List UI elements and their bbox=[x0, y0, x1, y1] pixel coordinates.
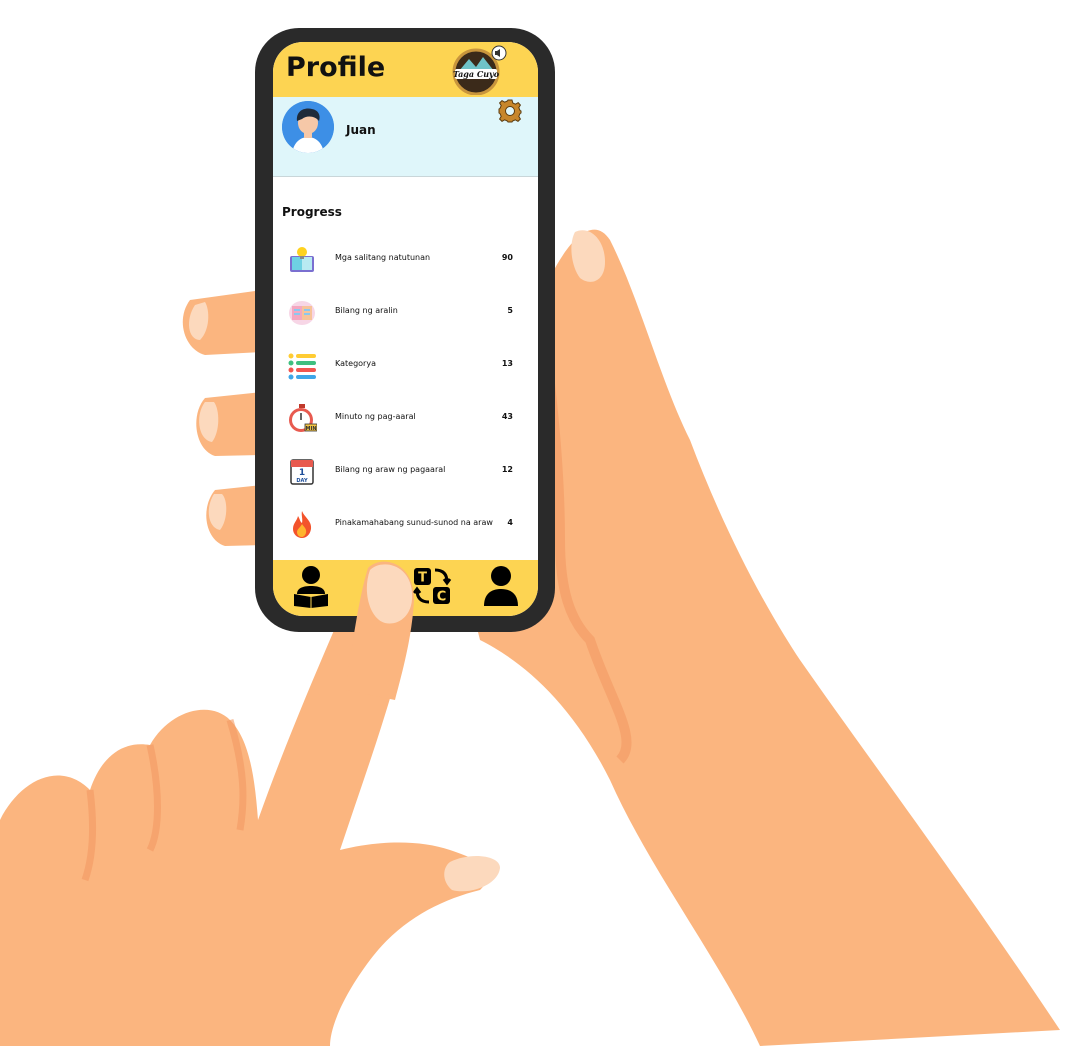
translate-tc-icon[interactable]: T C bbox=[410, 564, 454, 608]
avatar[interactable] bbox=[282, 101, 334, 153]
stat-value: 4 bbox=[507, 518, 513, 527]
user-panel: Juan bbox=[273, 97, 538, 177]
stat-value: 90 bbox=[501, 253, 513, 262]
calendar-day-icon: 1 DAY bbox=[290, 459, 314, 485]
taga-cuyo-logo[interactable]: Taga Cuyo bbox=[449, 45, 507, 95]
holding-hand bbox=[470, 229, 1060, 1046]
stat-row-study-days: 1 DAY Bilang ng araw ng pagaaral 12 bbox=[273, 454, 538, 494]
stat-label: Bilang ng araw ng pagaaral bbox=[335, 465, 446, 474]
nav-letter-t: T bbox=[418, 571, 427, 586]
svg-text:DAY: DAY bbox=[296, 478, 308, 484]
nav-letter-c: C bbox=[437, 590, 447, 605]
learner-reading-icon[interactable] bbox=[289, 564, 333, 608]
stat-value: 12 bbox=[501, 465, 513, 474]
stat-row-lessons: Bilang ng aralin 5 bbox=[273, 295, 538, 335]
stat-value: 5 bbox=[507, 306, 513, 315]
svg-text:Taga Cuyo: Taga Cuyo bbox=[453, 69, 500, 79]
username: Juan bbox=[346, 123, 376, 137]
category-list-icon bbox=[288, 353, 316, 380]
stat-row-longest-streak: Pinakamahabang sunud-sunod na araw 4 bbox=[273, 507, 538, 547]
stat-label: Kategorya bbox=[335, 359, 376, 368]
fire-icon bbox=[293, 511, 312, 538]
profile-person-icon[interactable] bbox=[479, 564, 523, 608]
page-title: Profile bbox=[286, 52, 386, 83]
stat-row-categories: Kategorya 13 bbox=[273, 348, 538, 388]
stat-row-words-learned: Mga salitang natutunan 90 bbox=[273, 242, 538, 282]
header-bar: Profile Taga Cuyo bbox=[273, 42, 538, 97]
stat-label: Minuto ng pag-aaral bbox=[335, 412, 416, 421]
bottom-nav: T C bbox=[273, 560, 538, 616]
stat-value: 13 bbox=[501, 359, 513, 368]
svg-text:MIN: MIN bbox=[305, 426, 316, 432]
gear-icon[interactable] bbox=[498, 99, 522, 123]
stat-label: Pinakamahabang sunud-sunod na araw bbox=[335, 518, 493, 527]
stopwatch-icon: MIN bbox=[289, 404, 317, 432]
lesson-book-icon bbox=[289, 301, 315, 325]
book-lightbulb-icon bbox=[290, 247, 314, 272]
stat-value: 43 bbox=[501, 412, 513, 421]
stat-label: Mga salitang natutunan bbox=[335, 253, 431, 262]
svg-text:1: 1 bbox=[299, 468, 305, 478]
app-screen: Profile Taga Cuyo Juan Progress Mga sali… bbox=[273, 42, 538, 616]
stat-row-study-minutes: MIN Minuto ng pag-aaral 43 bbox=[273, 401, 538, 441]
progress-heading: Progress bbox=[282, 205, 342, 219]
stat-label: Bilang ng aralin bbox=[335, 306, 398, 315]
